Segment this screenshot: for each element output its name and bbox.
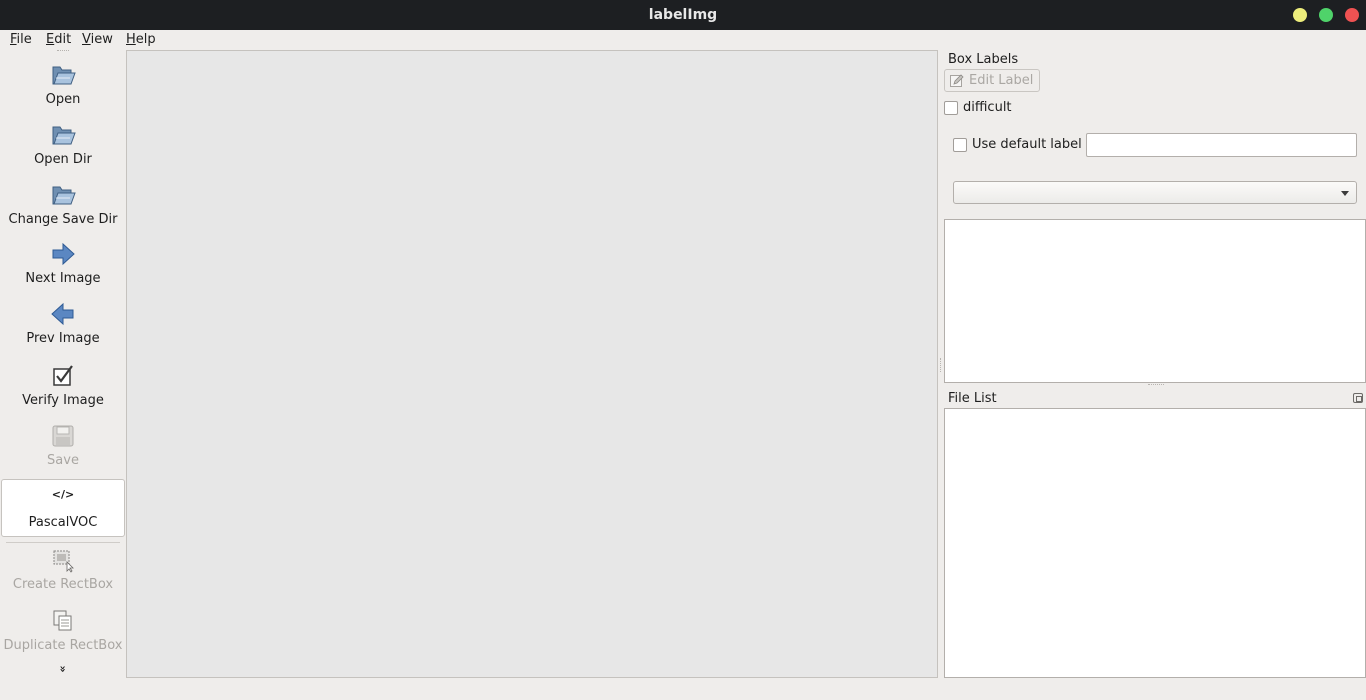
verify-image-label: Verify Image bbox=[22, 393, 104, 408]
box-labels-title: Box Labels bbox=[948, 52, 1019, 67]
dock-splitter[interactable] bbox=[1148, 384, 1164, 387]
save-label: Save bbox=[47, 453, 79, 468]
menu-help[interactable]: Help bbox=[126, 32, 156, 47]
duplicate-icon bbox=[53, 610, 72, 631]
use-default-label-label: Use default label bbox=[972, 137, 1082, 152]
change-save-dir-button[interactable]: Change Save Dir bbox=[0, 182, 126, 227]
label-list[interactable] bbox=[944, 219, 1366, 383]
edit-label-button[interactable]: Edit Label bbox=[944, 69, 1040, 92]
checkbox-check-icon bbox=[53, 365, 73, 386]
open-button[interactable]: Open bbox=[0, 62, 126, 107]
prev-image-label: Prev Image bbox=[26, 331, 100, 346]
format-pascalvoc-button[interactable]: </> PascalVOC bbox=[1, 479, 125, 537]
folder-open-icon bbox=[52, 126, 76, 145]
duplicate-rectbox-button[interactable]: Duplicate RectBox bbox=[0, 608, 126, 653]
file-list[interactable] bbox=[944, 408, 1366, 678]
create-rectbox-label: Create RectBox bbox=[12, 577, 114, 592]
maximize-button[interactable] bbox=[1319, 8, 1333, 22]
file-list-title: File List bbox=[948, 391, 997, 406]
window-titlebar[interactable]: labelImg bbox=[0, 0, 1366, 30]
next-image-label: Next Image bbox=[25, 271, 101, 286]
save-button[interactable]: Save bbox=[0, 423, 126, 468]
use-default-label-checkbox[interactable] bbox=[953, 138, 967, 152]
toolbar-separator bbox=[6, 542, 120, 543]
format-label: PascalVOC bbox=[28, 515, 98, 530]
status-bar bbox=[0, 680, 1366, 700]
create-rectbox-button[interactable]: Create RectBox bbox=[0, 547, 126, 592]
difficult-label: difficult bbox=[963, 100, 1012, 115]
folder-open-icon bbox=[52, 66, 76, 85]
folder-open-icon bbox=[52, 186, 76, 205]
close-button[interactable] bbox=[1345, 8, 1359, 22]
next-image-button[interactable]: Next Image bbox=[0, 241, 126, 286]
menu-edit-mnemonic: E bbox=[46, 32, 55, 47]
chevron-down-icon: » bbox=[56, 665, 70, 673]
menu-help-label: elp bbox=[135, 32, 156, 47]
menubar: File Edit View Help bbox=[0, 30, 1366, 50]
menu-view[interactable]: View bbox=[82, 32, 113, 47]
left-toolbar: Open Open Dir Change Save Dir Next Image… bbox=[0, 50, 126, 680]
arrow-right-icon bbox=[52, 242, 75, 266]
menu-file-label: ile bbox=[16, 32, 32, 47]
menu-view-label: iew bbox=[90, 32, 113, 47]
menu-view-mnemonic: V bbox=[82, 32, 91, 47]
menu-edit-label: dit bbox=[54, 32, 72, 47]
edit-label-text: Edit Label bbox=[969, 73, 1034, 88]
create-rectbox-icon bbox=[53, 550, 74, 573]
difficult-checkbox[interactable] bbox=[944, 101, 958, 115]
floppy-disk-icon bbox=[52, 425, 74, 447]
menu-edit[interactable]: Edit bbox=[46, 32, 71, 47]
open-label: Open bbox=[45, 92, 81, 107]
window-title: labelImg bbox=[648, 7, 718, 23]
canvas-dock-splitter[interactable] bbox=[940, 358, 943, 372]
open-dir-label: Open Dir bbox=[34, 152, 92, 167]
default-label-input[interactable] bbox=[1086, 133, 1357, 157]
menu-file[interactable]: File bbox=[10, 32, 32, 47]
edit-pencil-icon bbox=[950, 74, 964, 87]
prev-image-button[interactable]: Prev Image bbox=[0, 301, 126, 346]
undock-float-icon[interactable] bbox=[1353, 393, 1363, 403]
toolbar-grip[interactable] bbox=[57, 50, 69, 54]
toolbar-extension-chevron-icon[interactable]: » bbox=[0, 664, 126, 674]
label-combobox[interactable] bbox=[953, 181, 1357, 204]
arrow-left-icon bbox=[51, 302, 74, 326]
minimize-button[interactable] bbox=[1293, 8, 1307, 22]
image-canvas[interactable] bbox=[126, 50, 938, 678]
verify-image-button[interactable]: Verify Image bbox=[0, 363, 126, 408]
dropdown-arrow-icon bbox=[1341, 191, 1349, 196]
open-dir-button[interactable]: Open Dir bbox=[0, 122, 126, 167]
change-save-dir-label: Change Save Dir bbox=[8, 212, 118, 227]
duplicate-rectbox-label: Duplicate RectBox bbox=[3, 638, 123, 653]
menu-help-mnemonic: H bbox=[126, 32, 136, 47]
code-format-icon: </> bbox=[51, 488, 75, 501]
